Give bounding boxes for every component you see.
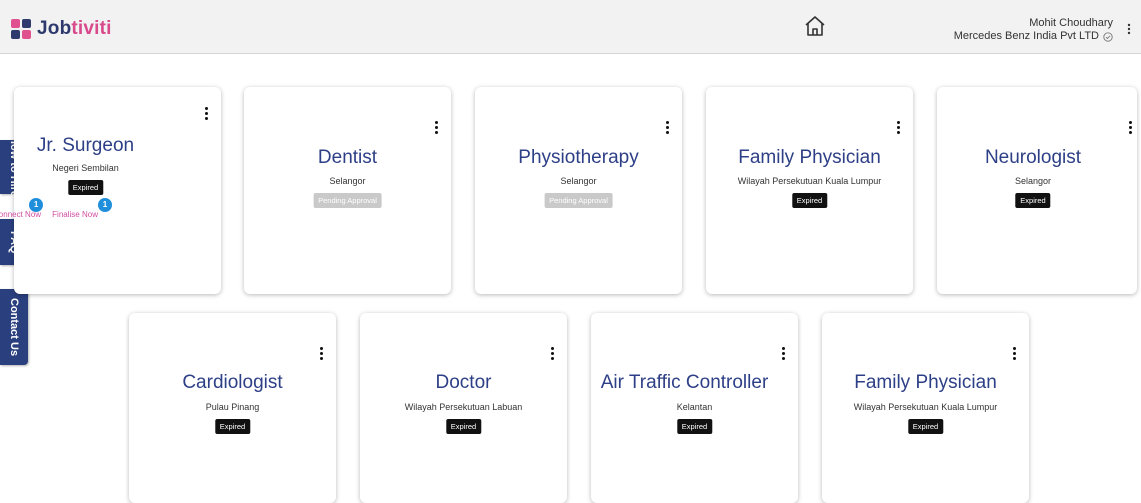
status-badge: Expired — [907, 419, 944, 434]
card-menu-icon[interactable] — [1127, 121, 1133, 137]
card-actions: Connect Now1 Finalise Now1 — [0, 198, 149, 219]
job-location: Selangor — [329, 176, 366, 186]
job-title: Jr. Surgeon — [36, 135, 135, 156]
job-location: Negeri Sembilan — [52, 163, 119, 173]
brand-name-accent: tiviti — [71, 18, 112, 39]
job-title: Family Physician — [854, 372, 997, 393]
job-title: Air Traffic Controller — [600, 372, 769, 393]
brand-name: Jobtiviti — [37, 18, 112, 40]
job-card[interactable]: Family Physician Wilayah Persekutuan Kua… — [822, 313, 1029, 503]
job-location: Wilayah Persekutuan Labuan — [404, 402, 523, 412]
brand-logo[interactable]: Jobtiviti — [11, 18, 112, 40]
job-location: Selangor — [560, 176, 597, 186]
job-location: Wilayah Persekutuan Kuala Lumpur — [853, 402, 998, 412]
logo-icon — [11, 19, 31, 39]
card-menu-icon[interactable] — [780, 347, 786, 363]
job-location: Pulau Pinang — [205, 402, 260, 412]
job-card[interactable]: Neurologist Selangor Expired — [937, 87, 1137, 294]
company-row: Mercedes Benz India Pvt LTD — [954, 30, 1113, 43]
job-card[interactable]: Family Physician Wilayah Persekutuan Kua… — [706, 87, 913, 294]
status-badge: Expired — [67, 180, 104, 195]
job-title: Cardiologist — [182, 372, 283, 393]
status-badge: Expired — [445, 419, 482, 434]
status-badge: Expired — [791, 193, 828, 208]
tab-label: Contact Us — [8, 297, 20, 357]
job-location: Wilayah Persekutuan Kuala Lumpur — [737, 176, 882, 186]
company-name: Mercedes Benz India Pvt LTD — [953, 30, 1099, 42]
card-menu-icon[interactable] — [203, 107, 209, 123]
job-title: Doctor — [435, 372, 492, 393]
check-circle-icon — [1103, 31, 1113, 42]
notification-badge: 1 — [29, 198, 44, 212]
card-menu-icon[interactable] — [433, 121, 439, 137]
brand-name-main: Job — [37, 18, 72, 39]
card-menu-icon[interactable] — [318, 347, 324, 363]
card-menu-icon[interactable] — [1011, 347, 1017, 363]
kebab-menu-icon[interactable] — [1125, 22, 1133, 36]
job-title: Family Physician — [738, 147, 881, 168]
connect-now-link[interactable]: Connect Now1 — [0, 198, 44, 219]
job-title: Physiotherapy — [518, 147, 639, 168]
job-location: Kelantan — [676, 402, 713, 412]
job-card[interactable]: Cardiologist Pulau Pinang Expired — [129, 313, 336, 503]
status-badge: Expired — [214, 419, 251, 434]
card-menu-icon[interactable] — [895, 121, 901, 137]
job-title: Dentist — [317, 147, 378, 168]
job-card[interactable]: Air Traffic Controller Kelantan Expired — [591, 313, 798, 503]
status-badge: Expired — [1015, 193, 1051, 208]
job-title: Neurologist — [984, 147, 1082, 168]
card-menu-icon[interactable] — [549, 347, 555, 363]
status-badge: Pending Approval — [544, 193, 613, 208]
card-menu-icon[interactable] — [664, 121, 670, 137]
status-badge: Pending Approval — [313, 193, 382, 208]
tab-contact-us[interactable]: Contact Us — [0, 289, 28, 365]
user-info[interactable]: Mohit Choudhary Mercedes Benz India Pvt … — [954, 17, 1113, 43]
top-bar: Jobtiviti Mohit Choudhary Mercedes Benz … — [0, 0, 1141, 54]
job-card[interactable]: Dentist Selangor Pending Approval — [244, 87, 451, 294]
finalise-now-label: Finalise Now — [52, 210, 98, 219]
job-card[interactable]: Physiotherapy Selangor Pending Approval — [475, 87, 682, 294]
user-name: Mohit Choudhary — [1029, 17, 1113, 29]
finalise-now-link[interactable]: Finalise Now 1 — [52, 198, 112, 219]
home-icon[interactable] — [803, 14, 827, 38]
job-card[interactable]: Jr. Surgeon Negeri Sembilan Expired Conn… — [0, 87, 221, 294]
job-card[interactable]: Doctor Wilayah Persekutuan Labuan Expire… — [360, 313, 567, 503]
status-badge: Expired — [676, 419, 713, 434]
job-location: Selangor — [1014, 176, 1052, 186]
notification-badge: 1 — [97, 198, 112, 212]
